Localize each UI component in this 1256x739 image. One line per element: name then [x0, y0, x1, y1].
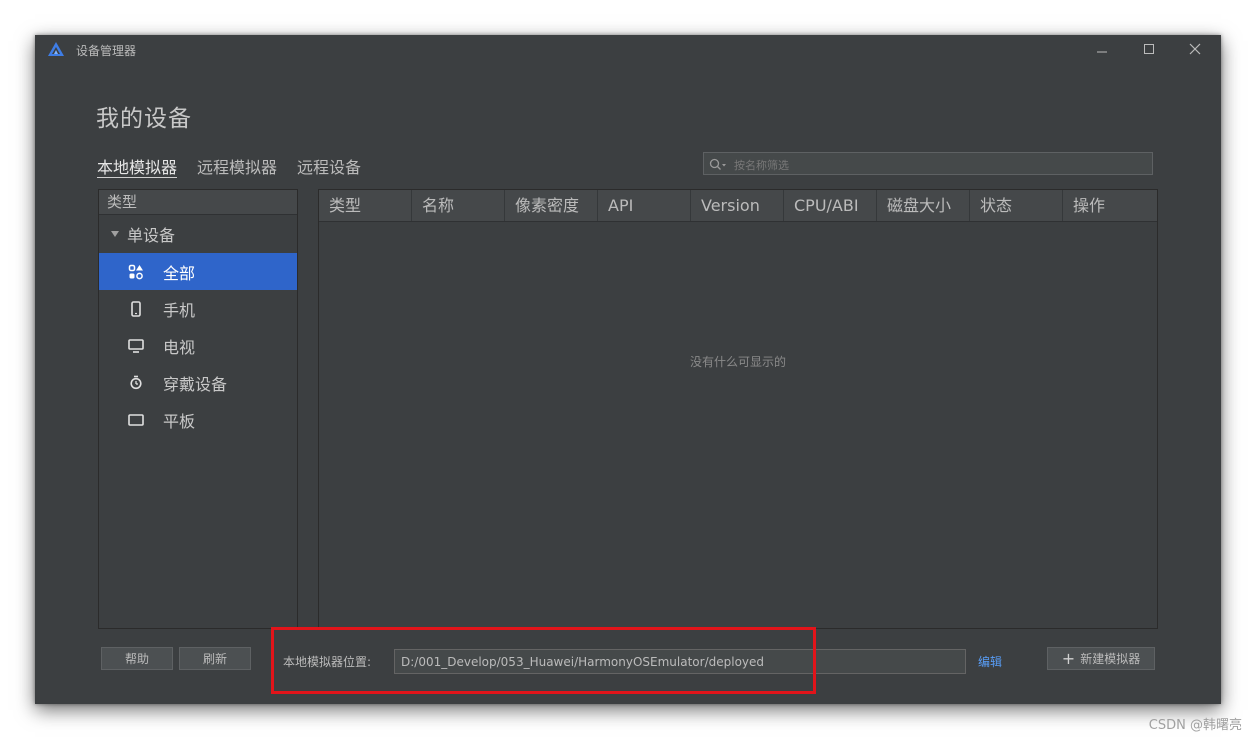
device-type-panel: 类型 单设备 全部 手机 电视 穿戴设备 平板	[98, 189, 298, 629]
search-input[interactable]	[732, 155, 1136, 175]
column-header-disk-size[interactable]: 磁盘大小	[877, 190, 970, 221]
group-label: 单设备	[127, 226, 176, 245]
tv-icon	[127, 337, 145, 355]
page-title: 我的设备	[96, 106, 192, 132]
tablet-icon	[127, 411, 145, 429]
column-header-status[interactable]: 状态	[970, 190, 1063, 221]
maximize-icon[interactable]	[1129, 37, 1169, 61]
column-header-version[interactable]: Version	[691, 190, 784, 221]
title-bar: 设备管理器	[35, 35, 1221, 63]
plus-icon: +	[1061, 648, 1076, 668]
tab-local-emulator[interactable]: 本地模拟器	[97, 154, 178, 178]
expand-caret-icon[interactable]	[111, 231, 119, 237]
category-label: 手机	[163, 300, 196, 320]
column-header-density[interactable]: 像素密度	[505, 190, 598, 221]
category-tablet[interactable]: 平板	[99, 401, 297, 438]
window-title: 设备管理器	[76, 44, 137, 58]
tab-remote-emulator[interactable]: 远程模拟器	[197, 154, 277, 178]
category-wearable[interactable]: 穿戴设备	[99, 364, 297, 401]
watch-icon	[127, 374, 145, 392]
new-emulator-button[interactable]: + 新建模拟器	[1047, 647, 1155, 670]
close-icon[interactable]	[1175, 37, 1215, 61]
group-single-device[interactable]: 单设备	[99, 215, 297, 253]
column-header-cpu-abi[interactable]: CPU/ABI	[784, 190, 877, 221]
watermark: CSDN @韩曙亮	[1148, 718, 1242, 733]
search-box[interactable]	[703, 152, 1153, 175]
refresh-button[interactable]: 刷新	[179, 647, 251, 670]
grid-icon	[127, 263, 145, 281]
category-label: 全部	[163, 263, 196, 283]
table-header: 类型 名称 像素密度 API Version CPU/ABI 磁盘大小 状态 操…	[319, 190, 1157, 222]
category-label: 平板	[163, 411, 196, 431]
column-header-type[interactable]: 类型	[319, 190, 412, 221]
column-header-name[interactable]: 名称	[412, 190, 505, 221]
type-header: 类型	[99, 190, 297, 215]
column-header-api[interactable]: API	[598, 190, 691, 221]
phone-icon	[127, 300, 145, 318]
tab-bar: 本地模拟器 远程模拟器 远程设备	[97, 154, 381, 178]
new-emulator-label: 新建模拟器	[1080, 652, 1141, 666]
tab-remote-device[interactable]: 远程设备	[297, 154, 361, 178]
category-tv[interactable]: 电视	[99, 327, 297, 364]
category-label: 穿戴设备	[163, 374, 228, 394]
empty-state-text: 没有什么可显示的	[689, 355, 786, 369]
edit-location-link[interactable]: 编辑	[978, 653, 1002, 670]
category-label: 电视	[163, 337, 196, 357]
category-phone[interactable]: 手机	[99, 290, 297, 327]
column-header-actions[interactable]: 操作	[1063, 190, 1157, 221]
help-button[interactable]: 帮助	[101, 647, 173, 670]
search-icon	[709, 157, 727, 176]
emulator-location-label: 本地模拟器位置:	[283, 655, 372, 669]
emulator-location-field[interactable]	[394, 649, 966, 674]
device-table: 类型 名称 像素密度 API Version CPU/ABI 磁盘大小 状态 操…	[318, 189, 1158, 629]
app-logo-icon	[47, 41, 65, 57]
minimize-icon[interactable]	[1082, 37, 1122, 61]
category-all[interactable]: 全部	[99, 253, 297, 290]
device-manager-window: 设备管理器 我的设备 本地模拟器 远程模拟器 远程设备 类型 单设备	[35, 35, 1221, 704]
